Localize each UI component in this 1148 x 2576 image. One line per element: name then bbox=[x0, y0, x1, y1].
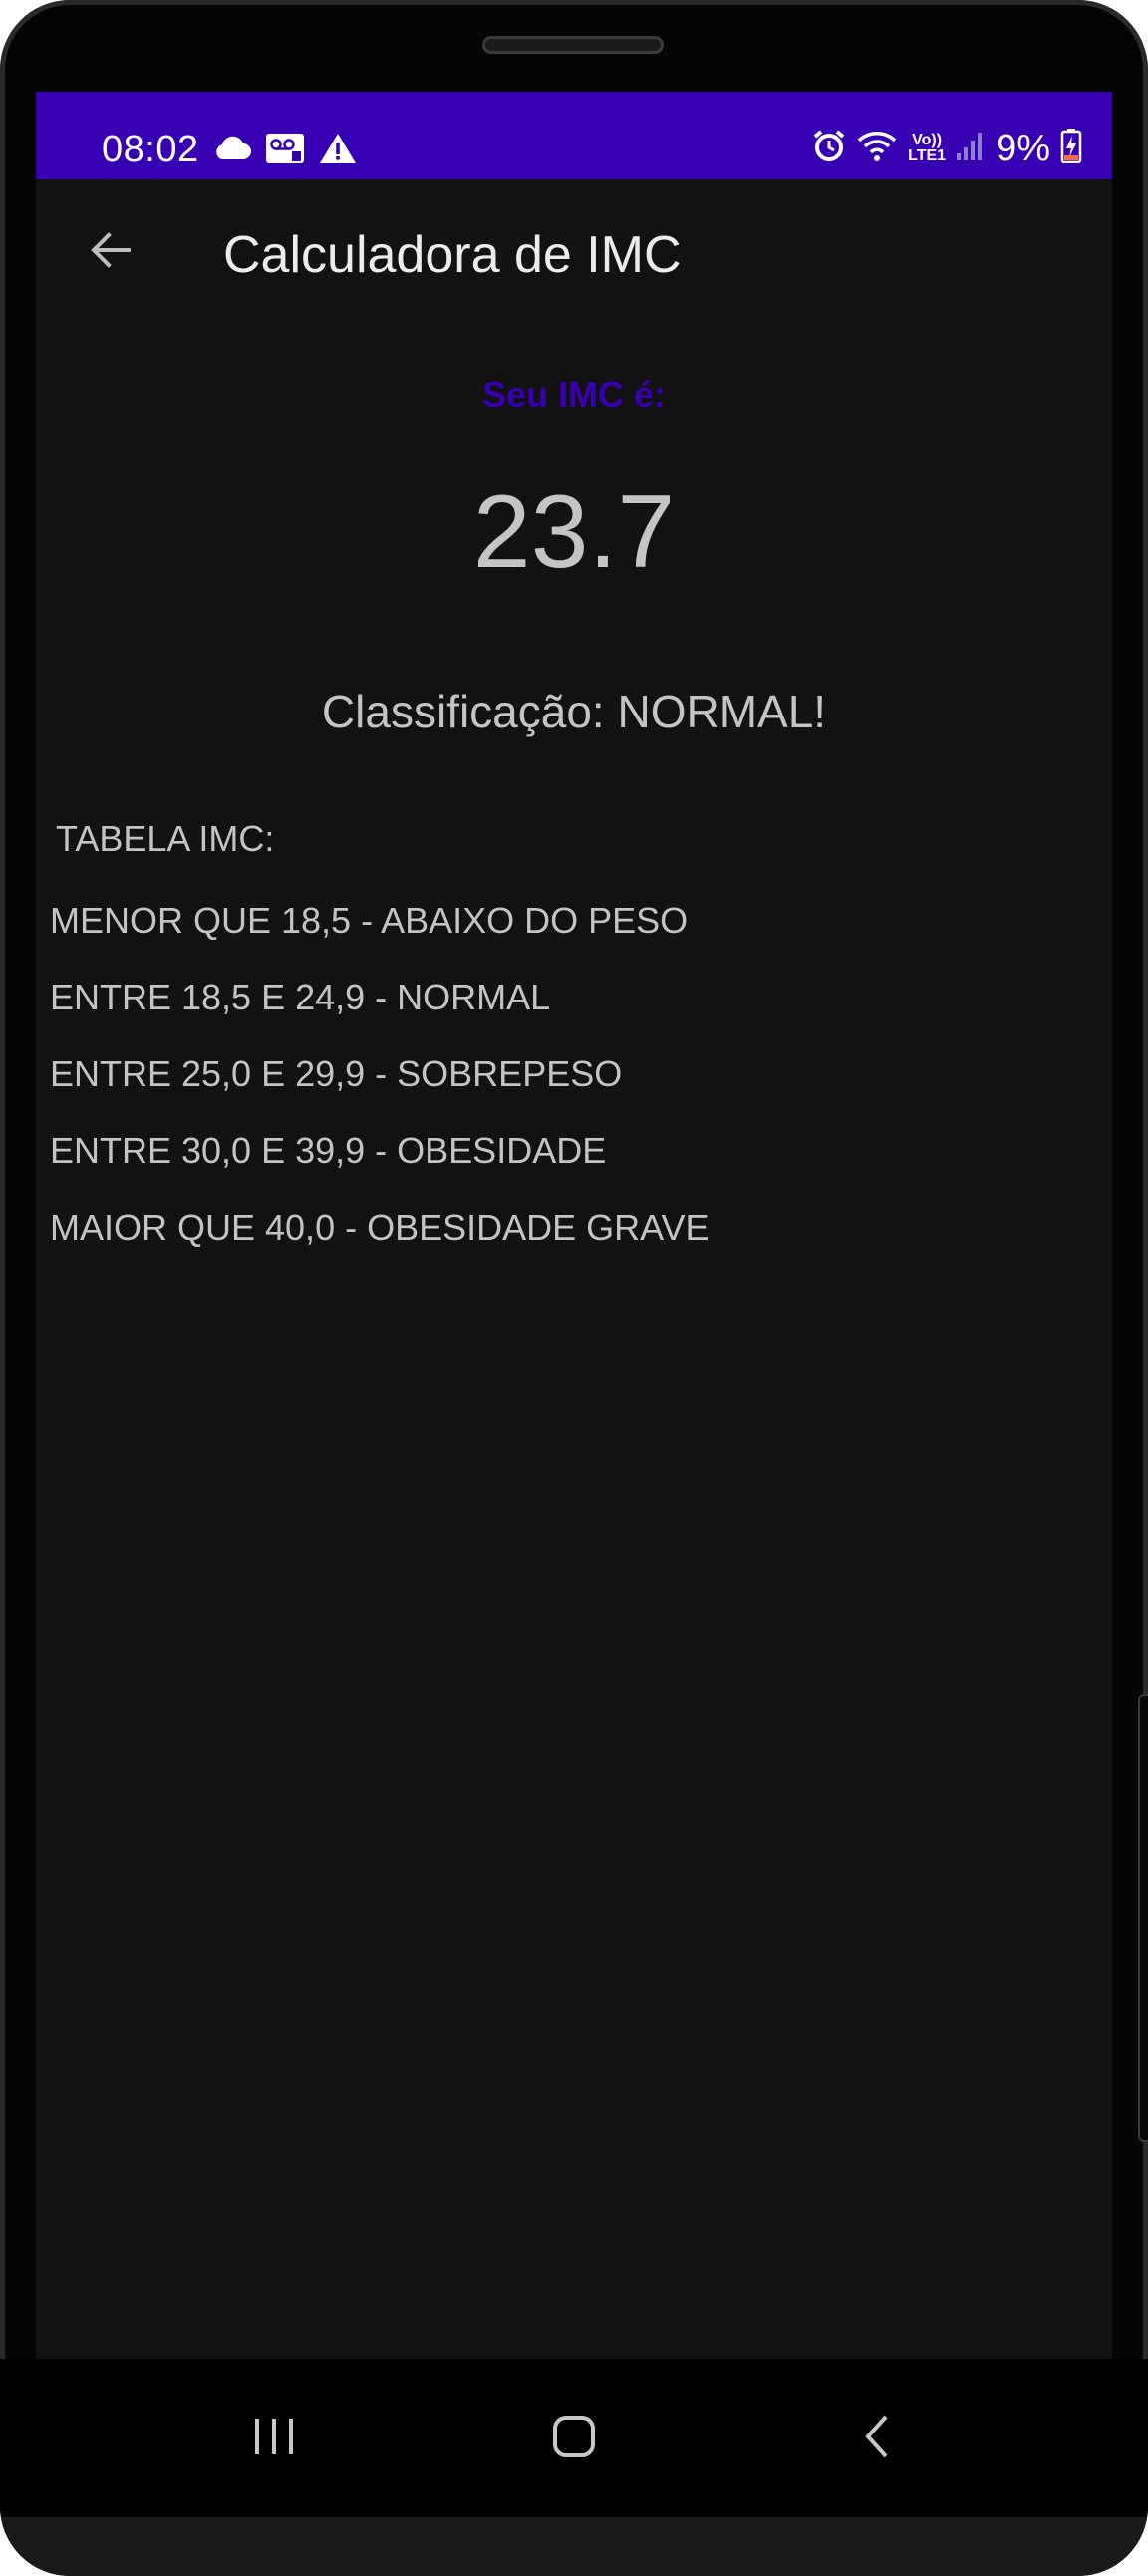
phone-bottom-edge bbox=[0, 2517, 1148, 2576]
status-left-icons bbox=[211, 132, 357, 170]
nav-back-button[interactable] bbox=[832, 2399, 922, 2478]
battery-percent: 9% bbox=[996, 127, 1050, 169]
cloud-icon bbox=[211, 136, 251, 166]
recent-apps-button[interactable] bbox=[229, 2399, 319, 2478]
status-time: 08:02 bbox=[102, 129, 199, 170]
lte-indicator: Vo)) LTE1 bbox=[908, 131, 947, 164]
alarm-icon bbox=[812, 129, 846, 167]
app-bar: Calculadora de IMC bbox=[36, 179, 1112, 331]
imc-table-list: MENOR QUE 18,5 - ABAIXO DO PESO ENTRE 18… bbox=[50, 899, 710, 1283]
imc-result-value: 23.7 bbox=[472, 474, 676, 590]
status-right-icons: Vo)) LTE1 9% bbox=[812, 128, 1082, 168]
imc-table-row: ENTRE 18,5 E 24,9 - NORMAL bbox=[50, 977, 551, 1017]
imc-table-row: ENTRE 30,0 E 39,9 - OBESIDADE bbox=[50, 1130, 607, 1171]
signal-icon bbox=[956, 130, 986, 166]
phone-frame: 08:02 Vo)) LTE1 9% Calculadora de IMC Se… bbox=[0, 0, 1148, 2576]
system-nav-bar bbox=[0, 2359, 1148, 2517]
home-icon bbox=[551, 2414, 597, 2464]
recent-apps-icon bbox=[251, 2417, 297, 2461]
battery-charging-icon bbox=[1060, 128, 1082, 168]
imc-table-row: ENTRE 25,0 E 29,9 - SOBREPESO bbox=[50, 1053, 623, 1094]
warning-icon bbox=[319, 132, 357, 170]
back-icon bbox=[860, 2413, 894, 2465]
back-button[interactable] bbox=[76, 217, 145, 287]
imc-classification: Classificação: NORMAL! bbox=[321, 686, 827, 737]
side-button bbox=[1138, 1694, 1148, 2142]
imc-table-title: TABELA IMC: bbox=[56, 818, 275, 859]
arrow-back-icon bbox=[87, 226, 135, 279]
home-button[interactable] bbox=[529, 2399, 619, 2478]
screen: 08:02 Vo)) LTE1 9% Calculadora de IMC Se… bbox=[36, 92, 1112, 2359]
speaker-grille bbox=[482, 36, 664, 54]
volte-label: Vo)) bbox=[912, 131, 943, 148]
status-bar: 08:02 Vo)) LTE1 9% bbox=[36, 92, 1112, 179]
wifi-icon bbox=[856, 129, 898, 167]
imc-table-row: MAIOR QUE 40,0 - OBESIDADE GRAVE bbox=[50, 1207, 710, 1248]
voicemail-icon bbox=[265, 132, 305, 170]
page-title: Calculadora de IMC bbox=[223, 226, 682, 284]
lte-label: LTE1 bbox=[908, 146, 947, 164]
imc-result-label: Seu IMC é: bbox=[481, 374, 667, 415]
imc-table-row: MENOR QUE 18,5 - ABAIXO DO PESO bbox=[50, 900, 689, 941]
